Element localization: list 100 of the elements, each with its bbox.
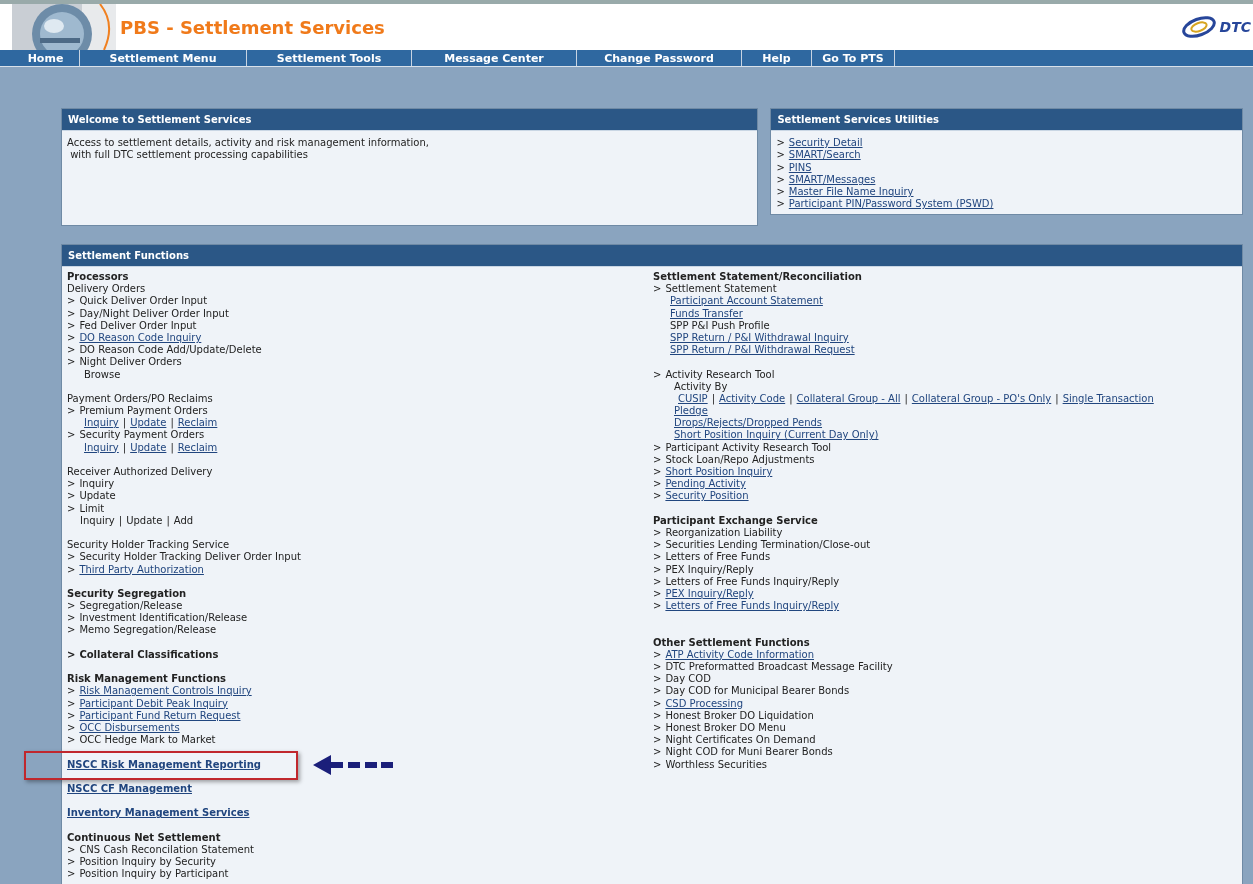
arrow-marker: > [67, 490, 76, 503]
menu-text: Security Holder Tracking Service [67, 539, 230, 552]
link[interactable]: NSCC CF Management [67, 782, 192, 796]
menu-text: Segregation/Release [79, 600, 183, 613]
nav-tab[interactable]: Change Password [577, 50, 742, 66]
link[interactable]: NSCC Risk Management Reporting [67, 758, 261, 771]
arrow-marker: > [67, 843, 76, 856]
link[interactable]: PINS [788, 161, 812, 174]
menu-text: Participant Exchange Service [653, 514, 818, 527]
link[interactable]: Third Party Authorization [79, 563, 204, 576]
menu-text: Activity Research Tool [665, 368, 775, 381]
nav-tab[interactable]: Message Center [412, 50, 577, 66]
link[interactable]: Short Position Inquiry (Current Day Only) [674, 429, 879, 442]
link[interactable]: Risk Management Controls Inquiry [79, 685, 252, 698]
menu-text: Security Payment Orders [79, 429, 205, 442]
link[interactable]: SMART/Messages [788, 173, 876, 187]
menu-text: DTC Preformatted Broadcast Message Facility [665, 661, 893, 674]
menu-text: Securities Lending Termination/Close-out [665, 539, 871, 552]
link[interactable]: SPP Return / P&I Withdrawal Inquiry [670, 331, 849, 345]
menu-text: Update [126, 514, 163, 527]
menu-text: Day/Night Deliver Order Input [79, 307, 229, 320]
menu-text: Position Inquiry by Security [79, 856, 216, 869]
menu-text: Premium Payment Orders [79, 405, 208, 418]
link[interactable]: Funds Transfer [670, 307, 743, 320]
link[interactable]: SMART/Search [788, 149, 861, 162]
arrow-marker: > [653, 453, 662, 466]
link[interactable]: Pending Activity [665, 478, 746, 491]
arrow-marker: > [67, 856, 76, 869]
menu-text: Limit [79, 502, 105, 515]
link[interactable]: ATP Activity Code Information [665, 648, 814, 661]
link[interactable]: Collateral Group - All [796, 392, 901, 406]
arrow-marker: > [67, 478, 76, 491]
link[interactable]: Drops/Rejects/Dropped Pends [674, 417, 823, 430]
menu-text: Letters of Free Funds [665, 551, 771, 564]
link[interactable]: Inventory Management Services [67, 807, 250, 820]
swirl-logo-icon [1180, 16, 1217, 38]
link[interactable]: OCC Disbursements [79, 721, 180, 735]
link[interactable]: Letters of Free Funds Inquiry/Reply [665, 600, 840, 613]
link[interactable]: Master File Name Inquiry [788, 186, 914, 199]
menu-text: CNS Cash Reconcilation Statement [79, 843, 254, 856]
menu-text: Receiver Authorized Delivery [67, 466, 213, 479]
nav-tab[interactable]: Settlement Tools [247, 50, 412, 66]
arrow-marker: > [653, 685, 662, 698]
link[interactable]: Single Transaction [1062, 392, 1154, 406]
link[interactable]: Update [130, 417, 167, 430]
menu-text: Letters of Free Funds Inquiry/Reply [665, 575, 840, 588]
link[interactable]: Participant Debit Peak Inquiry [79, 697, 228, 710]
arrow-marker: > [67, 624, 76, 637]
link[interactable]: Participant Fund Return Request [79, 709, 241, 722]
description-text: with full DTC settlement processing capabilities [69, 149, 309, 162]
link[interactable]: Participant PIN/Password System (PSWD) [788, 198, 994, 211]
link[interactable]: Collateral Group - PO's Only [911, 392, 1052, 406]
link[interactable]: PEX Inquiry/Reply [665, 587, 754, 601]
link[interactable]: CSD Processing [665, 697, 743, 710]
nav-tab[interactable]: Help [742, 50, 812, 66]
menu-text: Inquiry [79, 478, 115, 491]
nav-tab[interactable]: Go To PTS [812, 50, 895, 66]
menu-text: Continuous Net Settlement [67, 831, 221, 844]
link[interactable]: Inquiry [84, 441, 119, 454]
link[interactable]: Participant Account Statement [670, 295, 823, 308]
menu-text: Investment Identification/Release [79, 612, 248, 625]
arrow-marker: > [67, 709, 76, 722]
arrow-marker: > [67, 697, 76, 710]
link[interactable]: SPP Return / P&I Withdrawal Request [670, 344, 855, 357]
panel-header: Settlement Functions [62, 245, 1242, 267]
arrow-marker: > [67, 600, 76, 613]
link[interactable]: CUSIP [678, 392, 708, 406]
arrow-marker: > [67, 405, 76, 418]
arrow-marker: > [653, 721, 662, 735]
menu-text: | [1055, 392, 1059, 406]
menu-text: Night Certificates On Demand [665, 734, 816, 747]
arrow-marker: > [67, 319, 76, 332]
menu-text: Fed Deliver Order Input [79, 319, 197, 332]
arrow-marker: > [776, 173, 785, 187]
link[interactable]: Activity Code [719, 392, 786, 406]
menu-text: Risk Management Functions [67, 673, 226, 686]
arrow-marker: > [653, 673, 662, 686]
arrow-marker: > [653, 661, 662, 674]
menu-text: Day COD for Municipal Bearer Bonds [665, 685, 850, 698]
arrow-marker: > [653, 746, 662, 759]
link[interactable]: Reclaim [177, 441, 218, 454]
link[interactable]: Update [130, 441, 167, 454]
arrow-marker: > [653, 478, 662, 491]
arrow-marker: > [67, 356, 76, 369]
nav-tab[interactable]: Settlement Menu [80, 50, 247, 66]
arrow-marker: > [653, 648, 662, 661]
link[interactable]: Security Position [665, 490, 749, 503]
link[interactable]: Security Detail [788, 137, 863, 150]
link[interactable]: Inquiry [84, 417, 119, 430]
nav-tab[interactable]: Home [12, 50, 80, 66]
arrow-marker: > [67, 295, 76, 308]
link[interactable]: DO Reason Code Inquiry [79, 331, 202, 345]
arrow-marker: > [67, 721, 76, 735]
menu-text: Collateral Classifications [79, 648, 219, 661]
menu-text: | [170, 441, 174, 454]
menu-text: | [711, 392, 715, 406]
link[interactable]: Pledge [674, 405, 708, 418]
arrow-marker: > [653, 283, 662, 296]
link[interactable]: Short Position Inquiry [665, 466, 773, 479]
link[interactable]: Reclaim [177, 417, 218, 430]
